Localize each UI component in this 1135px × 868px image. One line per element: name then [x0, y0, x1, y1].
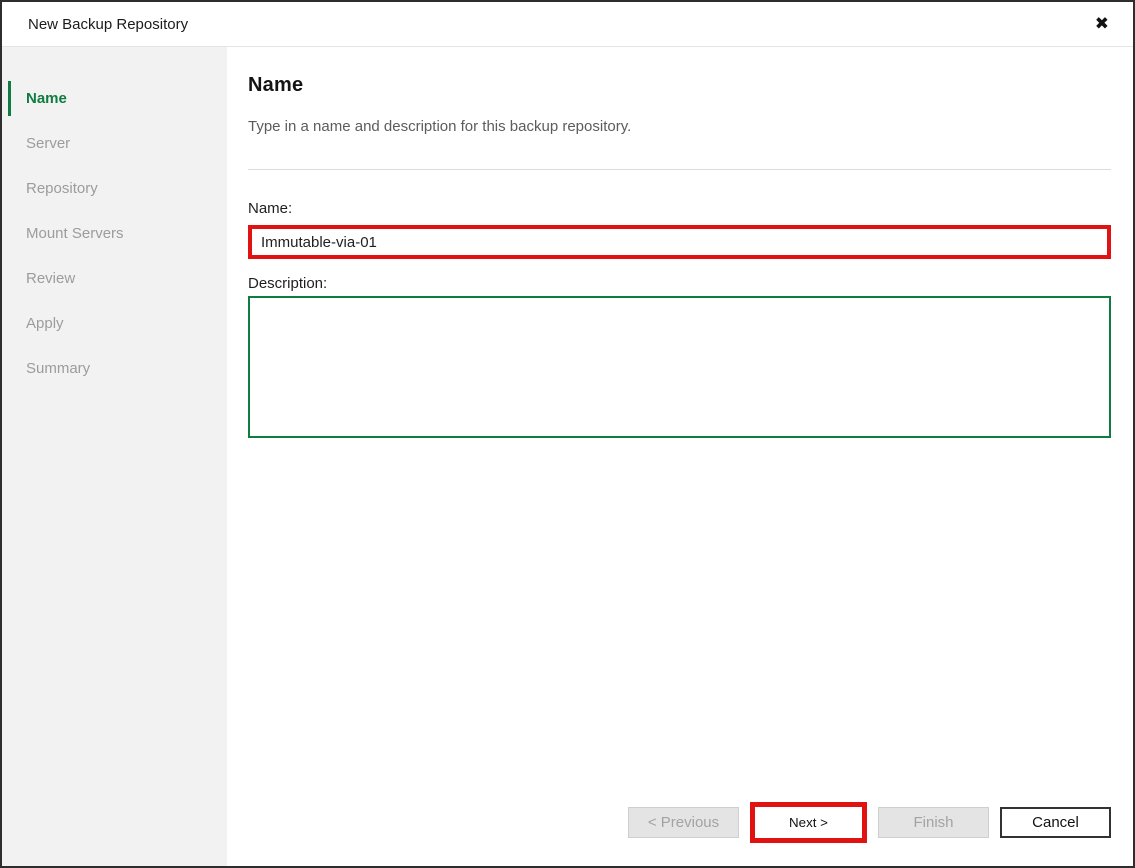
name-input[interactable]: [252, 229, 1107, 255]
previous-button[interactable]: < Previous: [628, 807, 739, 838]
sidebar-item-mount-servers[interactable]: Mount Servers: [2, 211, 227, 256]
sidebar-item-server[interactable]: Server: [2, 121, 227, 166]
step-label: Repository: [26, 180, 98, 197]
page-title: Name: [248, 74, 1111, 97]
cancel-button[interactable]: Cancel: [1000, 807, 1111, 838]
step-label: Apply: [26, 315, 64, 332]
description-field-label: Description:: [248, 275, 1111, 292]
wizard-steps-sidebar: Name Server Repository Mount Servers Rev…: [2, 47, 227, 866]
step-label: Summary: [26, 360, 90, 377]
step-label: Mount Servers: [26, 225, 124, 242]
divider: [248, 169, 1111, 170]
wizard-footer: < Previous Next > Finish Cancel: [248, 802, 1111, 845]
wizard-page-content: Name Type in a name and description for …: [227, 47, 1133, 866]
name-field-label: Name:: [248, 200, 1111, 217]
sidebar-item-summary[interactable]: Summary: [2, 346, 227, 391]
name-input-red-annotation: [248, 225, 1111, 259]
sidebar-item-repository[interactable]: Repository: [2, 166, 227, 211]
dialog-body: Name Server Repository Mount Servers Rev…: [2, 47, 1133, 866]
active-step-indicator: [8, 81, 11, 116]
step-label: Server: [26, 135, 70, 152]
sidebar-item-review[interactable]: Review: [2, 256, 227, 301]
title-bar: New Backup Repository ✖: [2, 2, 1133, 47]
sidebar-item-name[interactable]: Name: [2, 76, 227, 121]
finish-button[interactable]: Finish: [878, 807, 989, 838]
new-backup-repository-dialog: New Backup Repository ✖ Name Server Repo…: [0, 0, 1135, 868]
close-icon[interactable]: ✖: [1089, 12, 1115, 37]
step-label: Review: [26, 270, 75, 287]
step-label: Name: [26, 90, 67, 107]
next-button[interactable]: Next >: [755, 807, 862, 838]
next-button-red-annotation: Next >: [750, 802, 867, 843]
description-textarea[interactable]: [248, 296, 1111, 438]
page-subtitle: Type in a name and description for this …: [248, 118, 1111, 135]
sidebar-item-apply[interactable]: Apply: [2, 301, 227, 346]
window-title: New Backup Repository: [28, 16, 188, 33]
